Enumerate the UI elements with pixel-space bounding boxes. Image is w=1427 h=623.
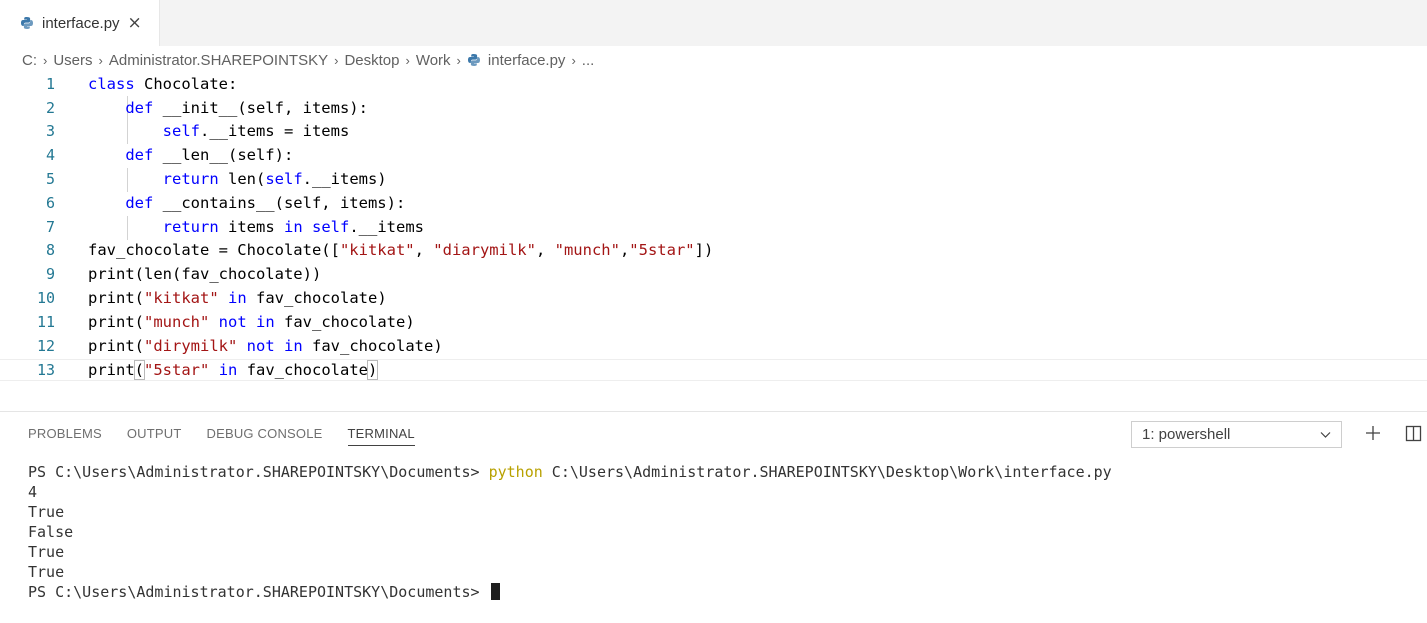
code-editor[interactable]: 1 class Chocolate: 2 def __init__(self, … <box>0 72 1427 408</box>
line-number: 3 <box>45 122 55 140</box>
editor-tab-interface-py[interactable]: interface.py × <box>0 0 160 46</box>
code-line: 4 def __len__(self): <box>0 143 1427 167</box>
line-number: 1 <box>45 75 55 93</box>
tab-problems[interactable]: PROBLEMS <box>28 426 102 446</box>
code-line: 10 print("kitkat" in fav_chocolate) <box>0 286 1427 310</box>
terminal-final-prompt-line: PS C:\Users\Administrator.SHAREPOINTSKY\… <box>28 582 1112 602</box>
terminal-select-value: 1: powershell <box>1142 426 1231 443</box>
code-text: class Chocolate: <box>88 75 238 93</box>
line-number: 7 <box>45 218 55 236</box>
terminal-output-line: True <box>28 503 65 521</box>
code-line: 12 print("dirymilk" not in fav_chocolate… <box>0 334 1427 358</box>
line-number: 13 <box>36 361 55 379</box>
code-line: 6 def __contains__(self, items): <box>0 191 1427 215</box>
line-number: 8 <box>45 241 55 259</box>
tab-bar: interface.py × <box>0 0 1427 46</box>
split-terminal-icon[interactable] <box>1405 425 1422 442</box>
panel-divider <box>0 411 1427 412</box>
chevron-right-icon: › <box>456 52 461 68</box>
code-text: print("kitkat" in fav_chocolate) <box>88 289 387 307</box>
code-text: print("dirymilk" not in fav_chocolate) <box>88 337 443 355</box>
line-number: 12 <box>36 337 55 355</box>
line-number: 5 <box>45 170 55 188</box>
terminal-prompt: PS C:\Users\Administrator.SHAREPOINTSKY\… <box>28 583 489 601</box>
code-text: print(len(fav_chocolate)) <box>88 265 322 283</box>
chevron-down-icon <box>1320 432 1331 438</box>
code-text: def __contains__(self, items): <box>125 194 406 212</box>
terminal-output-line: True <box>28 543 65 561</box>
terminal-output-line: 4 <box>28 483 38 501</box>
chevron-right-icon: › <box>405 52 410 68</box>
python-file-icon <box>21 17 33 29</box>
terminal-command-line: PS C:\Users\Administrator.SHAREPOINTSKY\… <box>28 462 1112 482</box>
close-icon[interactable]: × <box>128 14 142 32</box>
code-text: fav_chocolate = Chocolate(["kitkat", "di… <box>88 241 714 259</box>
code-line: 11 print("munch" not in fav_chocolate) <box>0 310 1427 334</box>
line-number: 10 <box>36 289 55 307</box>
breadcrumb-item-symbols[interactable]: ... <box>582 52 595 69</box>
code-line: 3 self.__items = items <box>0 119 1427 143</box>
tab-debug-console[interactable]: DEBUG CONSOLE <box>207 426 323 446</box>
tab-label: interface.py <box>42 14 120 32</box>
line-number: 6 <box>45 194 55 212</box>
terminal-prompt: PS C:\Users\Administrator.SHAREPOINTSKY\… <box>28 463 489 481</box>
code-text: self.__items = items <box>162 122 350 140</box>
terminal-cursor <box>490 583 500 600</box>
new-terminal-plus-icon[interactable] <box>1364 424 1382 442</box>
tab-output[interactable]: OUTPUT <box>127 426 182 446</box>
terminal-output[interactable]: PS C:\Users\Administrator.SHAREPOINTSKY\… <box>28 462 1112 602</box>
code-line: 2 def __init__(self, items): <box>0 96 1427 120</box>
code-line: 13 print("5star" in fav_chocolate) <box>0 358 1427 382</box>
terminal-command-arg: C:\Users\Administrator.SHAREPOINTSKY\Des… <box>542 463 1112 481</box>
code-line: 8 fav_chocolate = Chocolate(["kitkat", "… <box>0 238 1427 262</box>
chevron-right-icon: › <box>571 52 576 68</box>
chevron-right-icon: › <box>334 52 339 68</box>
code-line: 9 print(len(fav_chocolate)) <box>0 262 1427 286</box>
chevron-right-icon: › <box>43 52 48 68</box>
breadcrumb-item-administrator[interactable]: Administrator.SHAREPOINTSKY <box>109 52 328 69</box>
code-line: 5 return len(self.__items) <box>0 167 1427 191</box>
panel-tabs: PROBLEMS OUTPUT DEBUG CONSOLE TERMINAL <box>28 426 440 446</box>
python-file-icon <box>467 54 480 66</box>
breadcrumb-item-drive[interactable]: C: <box>22 52 37 69</box>
line-number: 9 <box>45 265 55 283</box>
line-number: 4 <box>45 146 55 164</box>
line-number: 11 <box>36 313 55 331</box>
breadcrumb-item-file[interactable]: interface.py <box>488 52 566 69</box>
code-text: return items in self.__items <box>162 218 424 236</box>
code-line: 7 return items in self.__items <box>0 215 1427 239</box>
tab-terminal[interactable]: TERMINAL <box>347 426 415 446</box>
terminal-select[interactable]: 1: powershell <box>1131 421 1342 448</box>
breadcrumb-item-users[interactable]: Users <box>53 52 92 69</box>
breadcrumb-item-work[interactable]: Work <box>416 52 451 69</box>
code-text: print("5star" in fav_chocolate) <box>88 360 379 380</box>
code-text: return len(self.__items) <box>162 170 387 188</box>
terminal-command: python <box>488 463 543 481</box>
code-text: def __len__(self): <box>125 146 294 164</box>
terminal-output-line: False <box>28 523 74 541</box>
code-text: def __init__(self, items): <box>125 99 368 117</box>
breadcrumb: C: › Users › Administrator.SHAREPOINTSKY… <box>22 49 594 71</box>
code-line: 1 class Chocolate: <box>0 72 1427 96</box>
code-text: print("munch" not in fav_chocolate) <box>88 313 415 331</box>
line-number: 2 <box>45 99 55 117</box>
terminal-output-line: True <box>28 563 65 581</box>
breadcrumb-item-desktop[interactable]: Desktop <box>344 52 399 69</box>
chevron-right-icon: › <box>98 52 103 68</box>
